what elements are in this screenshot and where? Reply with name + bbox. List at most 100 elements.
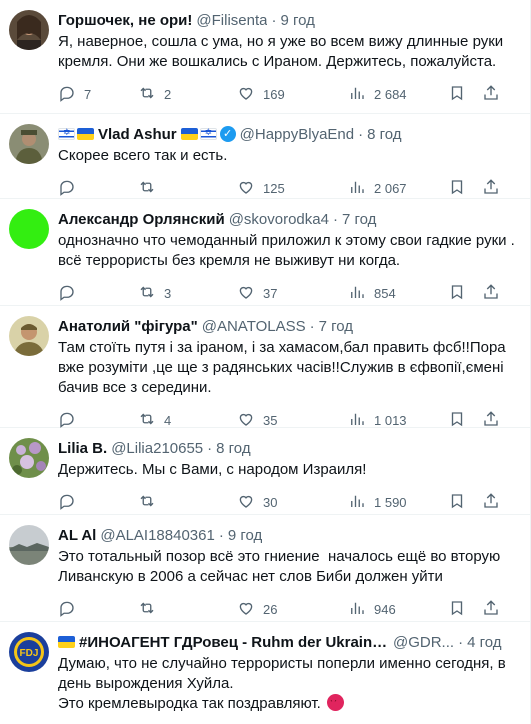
- reply-icon: [58, 178, 76, 199]
- retweet-icon: [138, 599, 156, 620]
- reply-button[interactable]: [58, 599, 138, 620]
- heart-icon: [237, 283, 255, 304]
- timestamp[interactable]: 9 год: [280, 12, 314, 29]
- bookmark-button[interactable]: [448, 599, 482, 620]
- reply-feed: Горшочек, не ори! @Filisenta · 9 год Я, …: [0, 0, 531, 724]
- heart-icon: [237, 492, 255, 513]
- share-button[interactable]: [482, 178, 502, 199]
- display-name[interactable]: Lilia B.: [58, 440, 107, 457]
- avatar[interactable]: [9, 525, 49, 565]
- tweet-text: Это тотальный позор всё это гниение нача…: [58, 548, 505, 585]
- bookmark-icon: [448, 84, 466, 105]
- views-button[interactable]: 1 590: [348, 492, 448, 513]
- avatar[interactable]: [9, 124, 49, 164]
- reply-button[interactable]: 7: [58, 84, 138, 105]
- bookmark-icon: [448, 178, 466, 199]
- retweet-icon: [138, 283, 156, 304]
- tweet-text: однозначно что чемоданный приложил к это…: [58, 232, 520, 269]
- timestamp[interactable]: 8 год: [216, 440, 250, 457]
- tweet[interactable]: Горшочек, не ори! @Filisenta · 9 год Я, …: [0, 0, 530, 114]
- tweet[interactable]: Анатолий "фігура" @ANATOLASS · 7 год Там…: [0, 306, 530, 428]
- tweet-text: Думаю, что не случайно террористы поперл…: [58, 654, 518, 714]
- user-handle[interactable]: @GDR...: [393, 634, 454, 651]
- timestamp[interactable]: 8 год: [367, 126, 401, 143]
- tweet[interactable]: Александр Орлянский @skovorodka4 · 7 год…: [0, 199, 530, 306]
- like-count: 37: [263, 285, 278, 301]
- share-button[interactable]: [482, 599, 502, 620]
- views-icon: [348, 84, 366, 105]
- avatar[interactable]: [9, 438, 49, 478]
- like-count: 125: [263, 180, 285, 196]
- display-name[interactable]: Александр Орлянский: [58, 211, 225, 228]
- user-handle[interactable]: @skovorodka4: [229, 211, 329, 228]
- verified-badge-icon[interactable]: ✓: [219, 126, 236, 142]
- timestamp[interactable]: 4 год: [467, 634, 501, 651]
- user-handle[interactable]: @Lilia210655: [111, 440, 203, 457]
- like-button[interactable]: 26: [237, 599, 348, 620]
- separator-dot: ·: [309, 317, 315, 335]
- retweet-button[interactable]: [138, 599, 237, 620]
- separator-dot: ·: [218, 526, 224, 544]
- display-name[interactable]: Анатолий "фігура": [58, 318, 198, 335]
- reply-button[interactable]: [58, 283, 138, 304]
- reply-button[interactable]: [58, 492, 138, 513]
- tweet-header: Lilia B. @Lilia210655 · 8 год: [58, 438, 518, 458]
- share-button[interactable]: [482, 492, 502, 513]
- avatar[interactable]: [9, 316, 49, 356]
- separator-dot: ·: [332, 210, 338, 228]
- tweet-text: Я, наверное, сошла с ума, но я уже во вс…: [58, 33, 508, 70]
- avatar[interactable]: [9, 209, 49, 249]
- user-handle[interactable]: @ANATOLASS: [202, 318, 306, 335]
- timestamp[interactable]: 9 год: [228, 527, 262, 544]
- view-count: 2 684: [374, 86, 407, 102]
- tweet-text: Там стоїть путя і за іраном, і за хамасо…: [58, 339, 510, 396]
- display-name[interactable]: Горшочек, не ори!: [58, 12, 192, 29]
- like-button[interactable]: 169: [237, 84, 348, 105]
- tweet-header: Vlad Ashur ✓ @HappyBlyaEnd · 8 год: [58, 124, 518, 144]
- retweet-icon: [138, 84, 156, 105]
- retweet-button[interactable]: [138, 492, 237, 513]
- retweet-count: 4: [164, 412, 172, 428]
- like-button[interactable]: 125: [237, 178, 348, 199]
- separator-dot: ·: [207, 439, 213, 457]
- user-handle[interactable]: @HappyBlyaEnd: [240, 126, 354, 143]
- like-count: 30: [263, 494, 278, 510]
- tweet[interactable]: Vlad Ashur ✓ @HappyBlyaEnd · 8 год Скоре…: [0, 114, 530, 199]
- retweet-button[interactable]: [138, 178, 237, 199]
- tweet-text: Скорее всего так и есть.: [58, 147, 228, 164]
- views-button[interactable]: 2 684: [348, 84, 448, 105]
- tweet[interactable]: Lilia B. @Lilia210655 · 8 год Держитесь.…: [0, 428, 530, 515]
- display-name[interactable]: Vlad Ashur: [98, 126, 177, 143]
- user-handle[interactable]: @ALAI18840361: [100, 527, 215, 544]
- like-count: 169: [263, 86, 285, 102]
- reply-button[interactable]: [58, 178, 138, 199]
- display-name[interactable]: AL Al: [58, 527, 96, 544]
- retweet-button[interactable]: 2: [138, 84, 237, 105]
- action-bar: 7 2 169 2 684: [58, 72, 518, 116]
- bookmark-button[interactable]: [448, 84, 482, 105]
- bookmark-button[interactable]: [448, 283, 482, 304]
- timestamp[interactable]: 7 год: [319, 318, 353, 335]
- tweet[interactable]: AL Al @ALAI18840361 · 9 год Это тотальны…: [0, 515, 530, 622]
- bookmark-button[interactable]: [448, 492, 482, 513]
- timestamp[interactable]: 7 год: [342, 211, 376, 228]
- views-button[interactable]: 2 067: [348, 178, 448, 199]
- views-button[interactable]: 946: [348, 599, 448, 620]
- share-button[interactable]: [482, 283, 502, 304]
- retweet-button[interactable]: 3: [138, 283, 237, 304]
- bookmark-button[interactable]: [448, 178, 482, 199]
- user-handle[interactable]: @Filisenta: [196, 12, 267, 29]
- share-button[interactable]: [482, 84, 502, 105]
- like-button[interactable]: 30: [237, 492, 348, 513]
- avatar[interactable]: FDJ: [9, 632, 49, 672]
- flag-emojis: [58, 127, 94, 140]
- avatar[interactable]: [9, 10, 49, 50]
- views-icon: [348, 599, 366, 620]
- views-icon: [348, 178, 366, 199]
- views-button[interactable]: 854: [348, 283, 448, 304]
- bookmark-icon: [448, 599, 466, 620]
- bookmark-icon: [448, 283, 466, 304]
- like-button[interactable]: 37: [237, 283, 348, 304]
- tweet[interactable]: FDJ #ИНОАГЕНТ ГДРовец - Ruhm der Ukraine…: [0, 622, 530, 722]
- display-name[interactable]: #ИНОАГЕНТ ГДРовец - Ruhm der Ukraine!...: [79, 634, 389, 651]
